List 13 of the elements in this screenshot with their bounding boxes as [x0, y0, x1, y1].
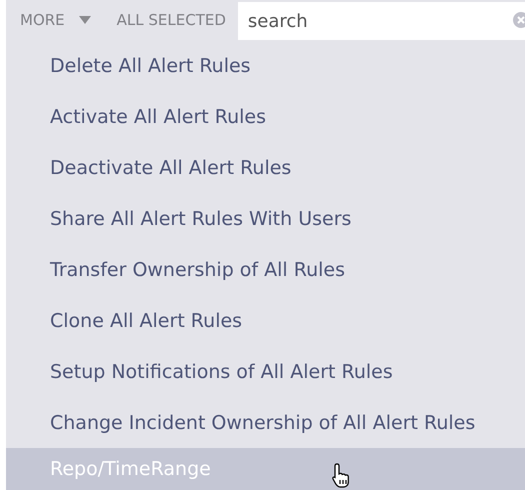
menu-item[interactable]: Delete All Alert Rules [6, 40, 525, 91]
menu-item[interactable]: Clone All Alert Rules [6, 295, 525, 346]
menu-item[interactable]: Share All Alert Rules With Users [6, 193, 525, 244]
caret-icon [78, 16, 91, 24]
all-selected-label: ALL SELECTED [116, 11, 226, 29]
menu-item[interactable]: Deactivate All Alert Rules [6, 142, 525, 193]
search-field[interactable]: search [238, 2, 525, 40]
menu-item[interactable]: Transfer Ownership of All Rules [6, 244, 525, 295]
menu-item[interactable]: Change Incident Ownership of All Alert Rules [6, 397, 525, 448]
more-dropdown[interactable]: MORE [6, 11, 91, 29]
clear-icon[interactable] [513, 12, 525, 28]
menu-item[interactable]: Setup Notifications of All Alert Rules [6, 346, 525, 397]
menu-item[interactable]: Activate All Alert Rules [6, 91, 525, 142]
